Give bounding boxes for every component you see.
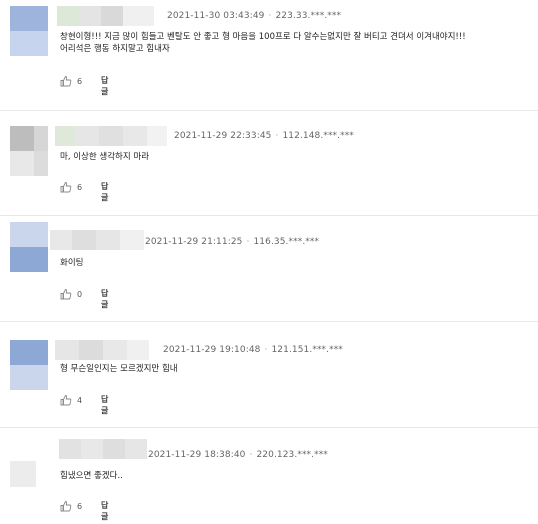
nickname-blurred[interactable] (50, 230, 144, 250)
comment-line: 화이팅 (60, 258, 84, 268)
comment-line: 창현이형!!! 지금 많이 힘들고 벤탈도 안 좋고 형 마음을 100프로 다… (60, 32, 466, 42)
thumbs-up-icon (60, 395, 72, 406)
comment-timestamp: 2021-11-29 19:10:48 (163, 345, 261, 355)
reply-button[interactable]: 답글 (101, 288, 108, 310)
nickname-blurred[interactable] (55, 340, 149, 360)
comment-item: 2021-11-29 19:10:48 · 121.151.***.*** 형 무슨… (0, 322, 538, 428)
comment-list: 2021-11-30 03:43:49 · 223.33.***.*** 창현이형!… (0, 0, 538, 524)
thumbs-up-icon (60, 289, 72, 300)
comment-item: 2021-11-29 18:38:40 · 220.123.***.*** 힘냈으면… (0, 428, 538, 524)
nickname-blurred[interactable] (57, 6, 154, 26)
comment-item: 2021-11-29 21:11:25 · 116.35.***.*** 화이팅 0… (0, 216, 538, 322)
comment-ip: 223.33.***.*** (275, 11, 342, 21)
meta-separator: · (275, 131, 279, 141)
comment-line: 힘냈으면 좋겠다.. (60, 471, 123, 481)
comment-text: 창현이형!!! 지금 많이 힘들고 벤탈도 안 좋고 형 마음을 100프로 다… (60, 31, 466, 55)
nickname-blurred[interactable] (55, 126, 167, 146)
comment-text: 힘냈으면 좋겠다.. (60, 470, 123, 482)
like-button[interactable]: 6 (60, 500, 82, 512)
meta-separator: · (268, 11, 272, 21)
meta-separator: · (249, 450, 253, 460)
avatar[interactable] (10, 126, 48, 176)
comment-ip: 220.123.***.*** (256, 450, 328, 460)
comment-meta: 2021-11-29 19:10:48 · 121.151.***.*** (163, 345, 343, 355)
comment-line: 마, 이상한 생각하지 마라 (60, 152, 150, 162)
reply-button[interactable]: 답글 (101, 75, 108, 97)
comment-timestamp: 2021-11-29 22:33:45 (174, 131, 272, 141)
comment-text: 마, 이상한 생각하지 마라 (60, 151, 149, 163)
comment-line: 형 무슨일인지는 모르겠지만 힘내 (60, 364, 178, 374)
avatar[interactable] (10, 222, 48, 272)
comment-ip: 116.35.***.*** (253, 237, 320, 247)
reply-button[interactable]: 답글 (101, 394, 108, 416)
comment-meta: 2021-11-29 22:33:45 · 112.148.***.*** (174, 131, 354, 141)
avatar[interactable] (10, 461, 36, 487)
comment-meta: 2021-11-29 18:38:40 · 220.123.***.*** (148, 450, 328, 460)
like-button[interactable]: 6 (60, 75, 82, 87)
comment-text: 형 무슨일인지는 모르겠지만 힘내 (60, 363, 178, 375)
meta-separator: · (264, 345, 268, 355)
comment-timestamp: 2021-11-29 18:38:40 (148, 450, 246, 460)
like-count: 6 (77, 76, 83, 86)
like-button[interactable]: 6 (60, 181, 82, 193)
reply-button[interactable]: 답글 (101, 500, 108, 522)
thumbs-up-icon (60, 76, 72, 87)
comment-ip: 112.148.***.*** (282, 131, 354, 141)
like-count: 6 (77, 182, 83, 192)
like-count: 0 (77, 289, 83, 299)
reply-button[interactable]: 답글 (101, 181, 108, 203)
thumbs-up-icon (60, 182, 72, 193)
meta-separator: · (246, 237, 250, 247)
like-button[interactable]: 4 (60, 394, 82, 406)
comment-item: 2021-11-30 03:43:49 · 223.33.***.*** 창현이형!… (0, 0, 538, 111)
comment-timestamp: 2021-11-30 03:43:49 (167, 11, 265, 21)
comment-item: 2021-11-29 22:33:45 · 112.148.***.*** 마, 이… (0, 111, 538, 216)
like-button[interactable]: 0 (60, 288, 82, 300)
comment-ip: 121.151.***.*** (271, 345, 343, 355)
thumbs-up-icon (60, 501, 72, 512)
like-count: 6 (77, 501, 83, 511)
like-count: 4 (77, 395, 83, 405)
nickname-blurred[interactable] (59, 439, 147, 459)
comment-meta: 2021-11-30 03:43:49 · 223.33.***.*** (167, 11, 341, 21)
comment-line: 어리석은 행동 하지말고 힘내자 (60, 44, 170, 54)
avatar[interactable] (10, 340, 48, 390)
comment-meta: 2021-11-29 21:11:25 · 116.35.***.*** (145, 237, 319, 247)
avatar[interactable] (10, 6, 48, 56)
comment-text: 화이팅 (60, 257, 83, 269)
comment-timestamp: 2021-11-29 21:11:25 (145, 237, 243, 247)
